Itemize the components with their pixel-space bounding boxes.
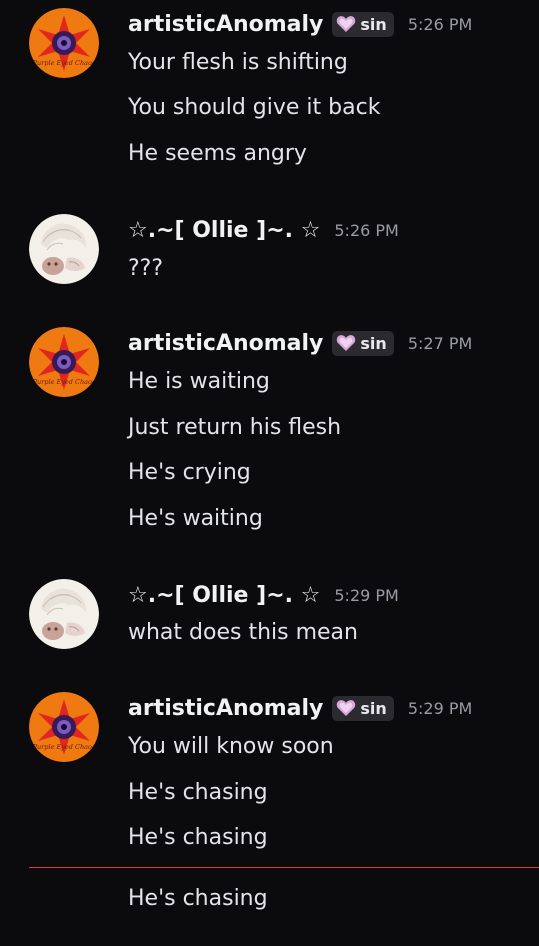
username[interactable]: ☆.~[ Ollie ]~. ☆ (128, 583, 320, 608)
message-text[interactable]: He's waiting (128, 504, 263, 534)
red-star-purple-eye-icon: Purple Eyed Chaos (29, 327, 99, 397)
message-text[interactable]: Your flesh is shifting (128, 48, 348, 78)
username[interactable]: artisticAnomaly (128, 331, 323, 356)
avatar-caption: Purple Eyed Chaos (32, 59, 96, 67)
role-tag[interactable]: sin (332, 330, 394, 356)
role-tag[interactable]: sin (332, 695, 394, 721)
timestamp[interactable]: 5:26 PM (408, 15, 472, 34)
message-text[interactable]: what does this mean (128, 618, 358, 648)
avatar-artistic-anomaly[interactable]: Purple Eyed Chaos (29, 8, 99, 78)
pink-heart-icon (337, 700, 356, 716)
username[interactable]: ☆.~[ Ollie ]~. ☆ (128, 218, 320, 243)
avatar-ollie[interactable] (29, 214, 99, 284)
message-text[interactable]: You will know soon (128, 732, 334, 762)
avatar-ollie[interactable] (29, 579, 99, 649)
message-text[interactable]: He is waiting (128, 367, 270, 397)
message-header: ☆.~[ Ollie ]~. ☆ 5:29 PM (128, 579, 399, 611)
timestamp[interactable]: 5:27 PM (408, 334, 472, 353)
timestamp[interactable]: 5:29 PM (334, 586, 398, 605)
sketch-character-icon (29, 214, 99, 284)
message-text[interactable]: He's chasing (128, 823, 268, 853)
role-tag[interactable]: sin (332, 11, 394, 37)
timestamp[interactable]: 5:29 PM (408, 699, 472, 718)
avatar-artistic-anomaly[interactable]: Purple Eyed Chaos (29, 327, 99, 397)
message-header: artisticAnomaly sin 5:27 PM (128, 327, 472, 359)
message-text[interactable]: He's chasing (128, 884, 268, 914)
message-header: artisticAnomaly sin 5:26 PM (128, 8, 472, 40)
role-tag-label: sin (360, 698, 387, 718)
red-star-purple-eye-icon: Purple Eyed Chaos (29, 8, 99, 78)
pink-heart-icon (337, 16, 356, 32)
sketch-character-icon (29, 579, 99, 649)
message-text[interactable]: He's chasing (128, 778, 268, 808)
message-text[interactable]: ??? (128, 254, 163, 284)
message-header: ☆.~[ Ollie ]~. ☆ 5:26 PM (128, 214, 399, 246)
username[interactable]: artisticAnomaly (128, 696, 323, 721)
red-star-purple-eye-icon: Purple Eyed Chaos (29, 692, 99, 762)
message-text[interactable]: He seems angry (128, 139, 307, 169)
avatar-caption: Purple Eyed Chaos (32, 743, 96, 751)
message-text[interactable]: You should give it back (128, 93, 380, 123)
pink-heart-icon (337, 335, 356, 351)
avatar-artistic-anomaly[interactable]: Purple Eyed Chaos (29, 692, 99, 762)
role-tag-label: sin (360, 333, 387, 353)
timestamp[interactable]: 5:26 PM (334, 221, 398, 240)
role-tag-label: sin (360, 14, 387, 34)
username[interactable]: artisticAnomaly (128, 12, 323, 37)
message-text[interactable]: Just return his flesh (128, 413, 341, 443)
chat-messages[interactable]: Purple Eyed Chaos artisticAnomaly sin 5:… (0, 0, 539, 946)
message-header: artisticAnomaly sin 5:29 PM (128, 692, 472, 724)
avatar-caption: Purple Eyed Chaos (32, 378, 96, 386)
new-messages-divider (29, 867, 539, 868)
message-text[interactable]: He's crying (128, 458, 251, 488)
